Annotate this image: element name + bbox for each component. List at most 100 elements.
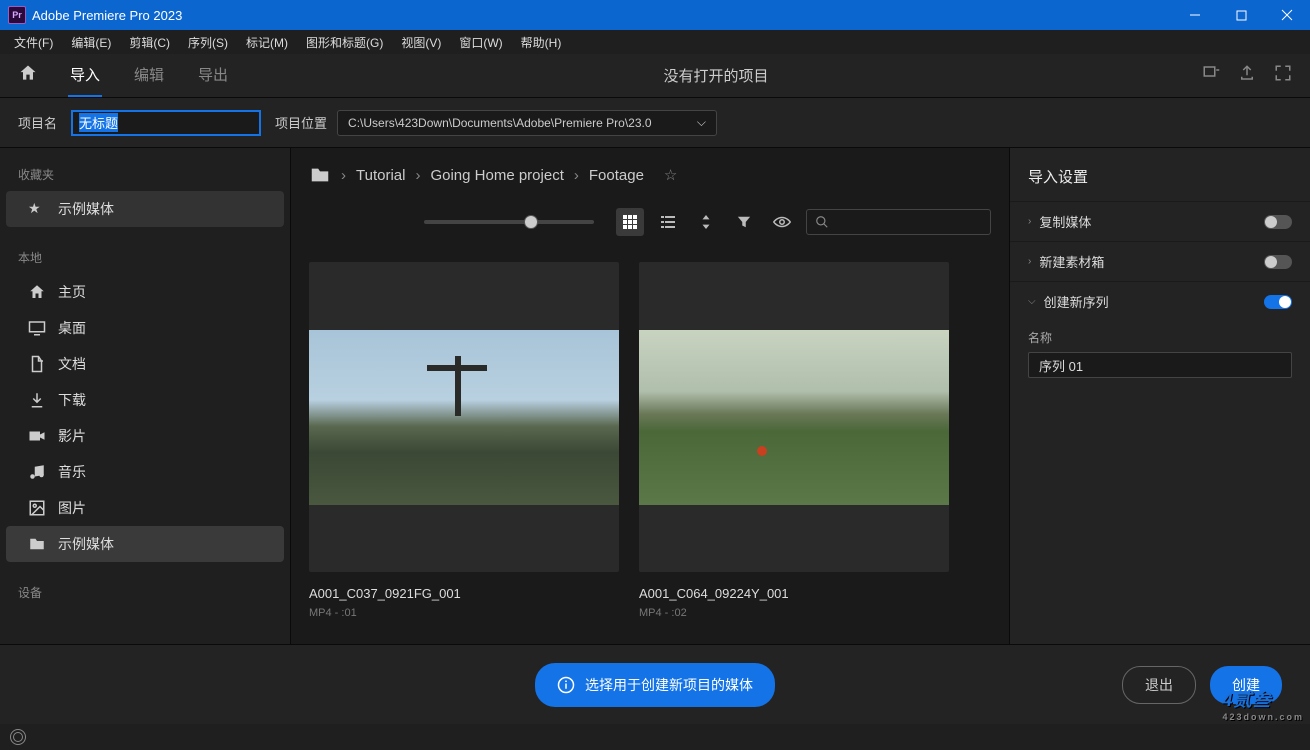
media-clip[interactable]: A001_C037_0921FG_001 MP4 - :01 <box>309 262 619 619</box>
star-outline-icon[interactable]: ☆ <box>664 166 677 184</box>
filter-button[interactable] <box>730 208 758 236</box>
menubar: 文件(F) 编辑(E) 剪辑(C) 序列(S) 标记(M) 图形和标题(G) 视… <box>0 30 1310 54</box>
search-icon <box>815 215 829 229</box>
menu-markers[interactable]: 标记(M) <box>238 32 296 53</box>
sidebar-item-videos[interactable]: 影片 <box>6 418 284 454</box>
sidebar-item-label: 示例媒体 <box>58 199 114 219</box>
footer: 选择用于创建新项目的媒体 退出 创建 <box>0 644 1310 724</box>
image-icon <box>28 499 46 517</box>
sidebar-item-desktop[interactable]: 桌面 <box>6 310 284 346</box>
sidebar-item-label: 图片 <box>58 498 86 518</box>
import-settings-panel: 导入设置 ›复制媒体 ›新建素材箱 ⌵创建新序列 名称 <box>1010 148 1310 644</box>
clip-meta: MP4 - :02 <box>639 607 949 619</box>
window-title: Adobe Premiere Pro 2023 <box>32 8 182 23</box>
tab-export[interactable]: 导出 <box>196 54 230 97</box>
menu-help[interactable]: 帮助(H) <box>513 32 570 53</box>
close-button[interactable] <box>1264 0 1310 30</box>
window-titlebar: Pr Adobe Premiere Pro 2023 <box>0 0 1310 30</box>
sidebar-devices-header: 设备 <box>0 580 290 609</box>
clip-meta: MP4 - :01 <box>309 607 619 619</box>
media-clip[interactable]: A001_C064_09224Y_001 MP4 - :02 <box>639 262 949 619</box>
toggle-copy-media[interactable] <box>1264 215 1292 229</box>
thumbnail-size-slider[interactable] <box>424 220 594 224</box>
statusbar <box>0 724 1310 750</box>
creative-cloud-icon[interactable] <box>10 729 26 745</box>
sidebar-local-header: 本地 <box>0 245 290 274</box>
clip-thumbnail[interactable] <box>639 262 949 572</box>
setting-new-bin[interactable]: ›新建素材箱 <box>1010 241 1310 281</box>
menu-sequence[interactable]: 序列(S) <box>180 32 236 53</box>
menu-file[interactable]: 文件(F) <box>6 32 61 53</box>
maximize-button[interactable] <box>1218 0 1264 30</box>
menu-window[interactable]: 窗口(W) <box>451 32 510 53</box>
project-name-input[interactable] <box>71 110 261 136</box>
clip-name: A001_C064_09224Y_001 <box>639 586 949 601</box>
setting-copy-media[interactable]: ›复制媒体 <box>1010 201 1310 241</box>
sidebar-item-home[interactable]: 主页 <box>6 274 284 310</box>
minimize-button[interactable] <box>1172 0 1218 30</box>
fullscreen-icon[interactable] <box>1274 64 1292 87</box>
sidebar-item-sample-media-fav[interactable]: ★ 示例媒体 <box>6 191 284 227</box>
menu-graphics[interactable]: 图形和标题(G) <box>298 32 391 53</box>
clip-name: A001_C037_0921FG_001 <box>309 586 619 601</box>
sidebar-item-pictures[interactable]: 图片 <box>6 490 284 526</box>
menu-view[interactable]: 视图(V) <box>393 32 449 53</box>
sidebar-item-downloads[interactable]: 下载 <box>6 382 284 418</box>
folder-icon[interactable] <box>309 164 331 186</box>
chevron-down-icon: ⌵ <box>697 115 706 130</box>
footer-info-banner: 选择用于创建新项目的媒体 <box>535 663 775 707</box>
chevron-right-icon: › <box>1028 256 1031 267</box>
preview-toggle-button[interactable] <box>768 208 796 236</box>
share-icon[interactable] <box>1238 64 1256 87</box>
sort-button[interactable] <box>692 208 720 236</box>
breadcrumb-item[interactable]: Footage <box>589 167 644 184</box>
sidebar-item-music[interactable]: 音乐 <box>6 454 284 490</box>
search-input[interactable] <box>806 209 991 235</box>
sidebar-item-documents[interactable]: 文档 <box>6 346 284 382</box>
download-icon <box>28 391 46 409</box>
list-view-button[interactable] <box>654 208 682 236</box>
folder-icon <box>28 535 46 553</box>
breadcrumb-item[interactable]: Going Home project <box>430 167 563 184</box>
project-status: 没有打开的项目 <box>230 65 1202 86</box>
browser-toolbar <box>291 202 1009 242</box>
sidebar-item-label: 下载 <box>58 390 86 410</box>
tab-edit[interactable]: 编辑 <box>132 54 166 97</box>
tab-import[interactable]: 导入 <box>68 54 102 97</box>
sidebar: 收藏夹 ★ 示例媒体 本地 主页 桌面 文档 下载 影片 音乐 图片 示例媒体 … <box>0 148 290 644</box>
sidebar-item-sample-media[interactable]: 示例媒体 <box>6 526 284 562</box>
menu-edit[interactable]: 编辑(E) <box>63 32 119 53</box>
sidebar-item-label: 示例媒体 <box>58 534 114 554</box>
sidebar-item-label: 文档 <box>58 354 86 374</box>
sidebar-item-label: 主页 <box>58 282 86 302</box>
app-icon: Pr <box>8 6 26 24</box>
breadcrumb: › Tutorial › Going Home project › Footag… <box>291 148 1009 202</box>
menu-clip[interactable]: 剪辑(C) <box>121 32 178 53</box>
music-icon <box>28 463 46 481</box>
breadcrumb-item[interactable]: Tutorial <box>356 167 405 184</box>
sidebar-item-label: 音乐 <box>58 462 86 482</box>
clip-thumbnail[interactable] <box>309 262 619 572</box>
chevron-down-icon: ⌵ <box>1028 296 1036 307</box>
exit-button[interactable]: 退出 <box>1122 666 1196 704</box>
toggle-create-sequence[interactable] <box>1264 295 1292 309</box>
home-icon <box>28 283 46 301</box>
create-button[interactable]: 创建 <box>1210 666 1282 704</box>
desktop-icon <box>28 319 46 337</box>
project-name-label: 项目名 <box>18 113 57 132</box>
home-icon[interactable] <box>18 63 38 88</box>
sequence-name-input[interactable] <box>1028 352 1292 378</box>
setting-create-sequence[interactable]: ⌵创建新序列 <box>1010 281 1310 321</box>
chevron-right-icon: › <box>1028 216 1031 227</box>
chevron-right-icon: › <box>341 167 346 184</box>
toggle-new-bin[interactable] <box>1264 255 1292 269</box>
quick-export-icon[interactable] <box>1202 64 1220 87</box>
video-icon <box>28 427 46 445</box>
settings-title: 导入设置 <box>1010 160 1310 201</box>
chevron-right-icon: › <box>574 167 579 184</box>
grid-view-button[interactable] <box>616 208 644 236</box>
project-location-value: C:\Users\423Down\Documents\Adobe\Premier… <box>348 116 651 130</box>
project-location-select[interactable]: C:\Users\423Down\Documents\Adobe\Premier… <box>337 110 717 136</box>
document-icon <box>28 355 46 373</box>
chevron-right-icon: › <box>415 167 420 184</box>
